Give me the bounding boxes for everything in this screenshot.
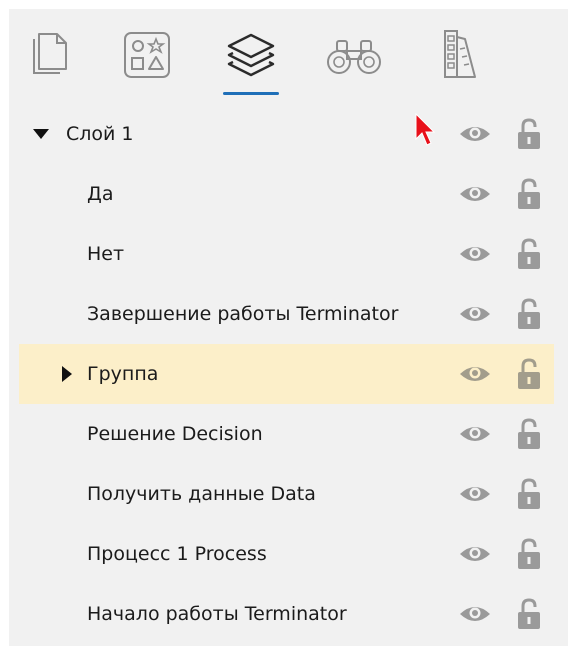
unlock-icon[interactable] (511, 524, 547, 584)
unlock-icon[interactable] (511, 584, 547, 644)
eye-icon[interactable] (455, 464, 495, 524)
tool-shapes[interactable] (115, 23, 179, 87)
unlock-icon[interactable] (511, 164, 547, 224)
tool-styles[interactable] (427, 23, 491, 87)
layer-label: Процесс 1 Process (87, 543, 267, 565)
layer-label: Да (87, 183, 114, 205)
eye-icon[interactable] (455, 164, 495, 224)
layer-row-root[interactable]: Слой 1 (9, 104, 568, 164)
layer-row[interactable]: Да (9, 164, 568, 224)
tool-pages[interactable] (16, 23, 80, 87)
eye-icon[interactable] (455, 404, 495, 464)
layer-row[interactable]: Нет (9, 224, 568, 284)
eye-icon[interactable] (455, 344, 495, 404)
layers-icon (223, 29, 279, 81)
layer-row-group-selected[interactable]: Группа (19, 344, 554, 404)
eye-icon[interactable] (455, 224, 495, 284)
layer-label: Начало работы Terminator (87, 603, 347, 625)
layer-label: Получить данные Data (87, 483, 316, 505)
layer-row[interactable]: Получить данные Data (9, 464, 568, 524)
eye-icon[interactable] (455, 284, 495, 344)
palette-swatch-icon (435, 27, 483, 83)
tool-layers[interactable] (219, 23, 283, 87)
eye-icon[interactable] (455, 584, 495, 644)
layer-label: Нет (87, 243, 125, 265)
panel-toolbar (9, 9, 568, 101)
binoculars-icon (323, 33, 385, 77)
shapes-icon (121, 29, 173, 81)
unlock-icon[interactable] (511, 284, 547, 344)
unlock-icon[interactable] (511, 344, 547, 404)
layer-row[interactable]: Начало работы Terminator (9, 584, 568, 644)
caret-down-icon[interactable] (29, 104, 53, 164)
document-icon (24, 29, 72, 81)
eye-icon[interactable] (455, 524, 495, 584)
tool-find[interactable] (322, 23, 386, 87)
layer-row[interactable]: Процесс 1 Process (9, 524, 568, 584)
layer-label: Слой 1 (66, 123, 134, 145)
eye-icon[interactable] (455, 104, 495, 164)
unlock-icon[interactable] (511, 104, 547, 164)
layer-row[interactable]: Завершение работы Terminator (9, 284, 568, 344)
unlock-icon[interactable] (511, 404, 547, 464)
active-tab-indicator (223, 92, 279, 95)
unlock-icon[interactable] (511, 464, 547, 524)
mouse-cursor-icon (415, 112, 437, 151)
caret-right-icon[interactable] (55, 344, 79, 404)
layers-panel: Слой 1 Да Нет Завершение работы Terminat… (9, 9, 568, 646)
layer-row[interactable]: Решение Decision (9, 404, 568, 464)
layer-label: Группа (87, 363, 159, 385)
unlock-icon[interactable] (511, 224, 547, 284)
layer-label: Завершение работы Terminator (87, 303, 399, 325)
layer-label: Решение Decision (87, 423, 263, 445)
